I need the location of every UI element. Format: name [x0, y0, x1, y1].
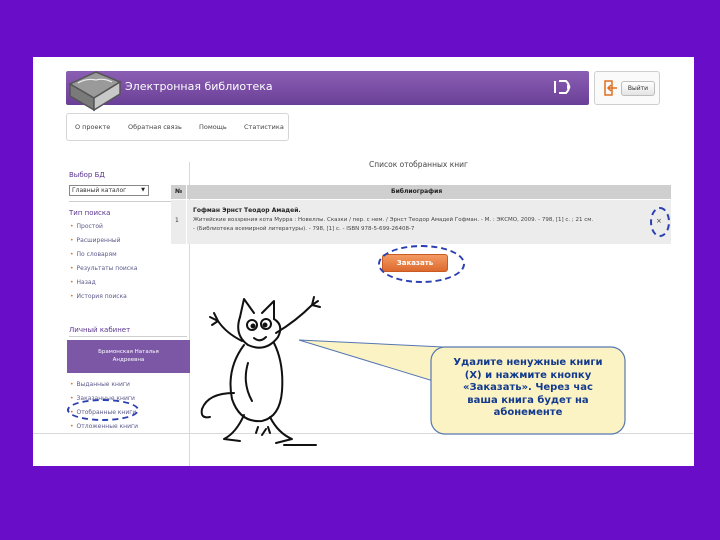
- cabinet-heading: Личный кабинет: [69, 326, 131, 334]
- sidebar-item-dictionaries[interactable]: • По словарям: [70, 251, 117, 258]
- sidebar-item-issued[interactable]: • Выданные книги: [70, 381, 130, 388]
- db-select[interactable]: Главный каталог ▼: [69, 185, 149, 196]
- logout-icon: [604, 80, 617, 96]
- user-name-line1: Брамонская Наталья: [98, 349, 159, 355]
- user-name-box: Брамонская Наталья Андреевна: [67, 340, 190, 373]
- nav-item-feedback[interactable]: Обратная связь: [128, 123, 182, 131]
- db-heading: Выбор БД: [69, 171, 105, 179]
- callout-line: ваша книга будет на: [467, 394, 589, 406]
- annotation-circle-selected-books: [67, 399, 139, 421]
- table-header: № Библиография: [171, 185, 671, 199]
- sidebar-item-history[interactable]: • История поиска: [70, 293, 127, 300]
- nav-item-about[interactable]: О проекте: [75, 123, 110, 131]
- header-bibliography: Библиография: [391, 188, 443, 195]
- brand-logo-icon: [554, 80, 571, 94]
- annotation-circle-order: [378, 245, 465, 283]
- callout-line: абонементе: [493, 407, 563, 418]
- bottom-divider: [33, 433, 694, 434]
- callout-line: «Заказать». Через час: [463, 382, 593, 393]
- cat-illustration: [200, 296, 321, 446]
- slide: Электронная библиотека Выйти О проекте О…: [33, 57, 694, 466]
- row-bibliography-line2: - (Библиотека всемирной литературы). - 7…: [193, 226, 415, 232]
- logout-panel: Выйти: [594, 71, 660, 105]
- row-bibliography-line1: Житейские воззрения кота Мурра : Новеллы…: [193, 217, 594, 223]
- list-title: Список отобранных книг: [369, 160, 468, 169]
- column-separator: [186, 185, 187, 244]
- chevron-down-icon: ▼: [141, 187, 145, 193]
- annotation-circle-remove: [650, 207, 670, 237]
- callout-line: (Х) и нажмите кнопку: [464, 369, 592, 381]
- sidebar-item-postponed[interactable]: • Отложенные книги: [70, 423, 138, 430]
- header-num: №: [175, 188, 183, 195]
- table-row: 1 Гофман Эрнст Теодор Амадей. Житейские …: [171, 200, 671, 244]
- callout-line: Удалите ненужные книги: [453, 357, 603, 368]
- callout-text: Удалите ненужные книги (Х) и нажмите кно…: [435, 357, 621, 420]
- divider: [69, 201, 187, 202]
- app-title: Электронная библиотека: [125, 80, 273, 93]
- top-nav: О проекте Обратная связь Помощь Статисти…: [66, 113, 289, 141]
- user-name-line2: Андреевна: [112, 357, 145, 363]
- book-logo-icon: [68, 71, 122, 112]
- nav-item-help[interactable]: Помощь: [199, 123, 227, 131]
- row-num: 1: [175, 217, 179, 224]
- row-author: Гофман Эрнст Теодор Амадей.: [193, 207, 301, 214]
- db-select-value: Главный каталог: [72, 187, 127, 194]
- sidebar-item-extended[interactable]: • Расширенный: [70, 237, 121, 244]
- nav-item-statistics[interactable]: Статистика: [244, 123, 284, 131]
- divider: [69, 336, 187, 337]
- logout-button[interactable]: Выйти: [621, 81, 655, 96]
- books-table: № Библиография 1 Гофман Эрнст Теодор Ама…: [171, 185, 671, 244]
- search-type-heading: Тип поиска: [69, 209, 111, 217]
- sidebar-item-back[interactable]: • Назад: [70, 279, 96, 286]
- sidebar-item-simple[interactable]: • Простой: [70, 223, 103, 230]
- sidebar-item-results[interactable]: • Результаты поиска: [70, 265, 137, 272]
